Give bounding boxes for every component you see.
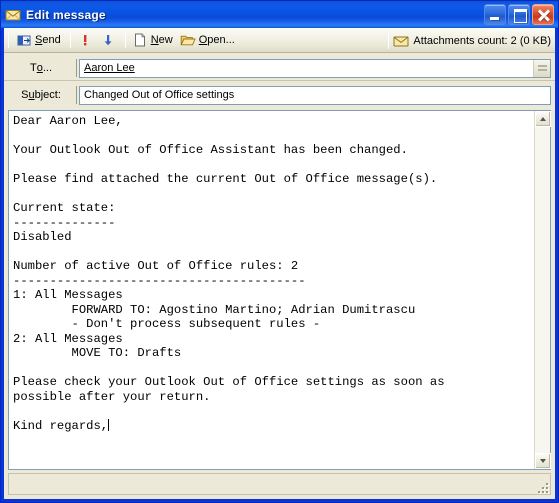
send-label: Send <box>35 34 61 46</box>
client-area: Send New Open... Attachments count: 2 (0… <box>1 28 558 502</box>
high-importance-button[interactable] <box>75 30 98 51</box>
new-label: New <box>150 34 173 46</box>
status-bar <box>8 473 551 495</box>
low-importance-button[interactable] <box>98 30 121 51</box>
open-label: Open... <box>198 34 235 46</box>
caption-buttons <box>484 4 554 25</box>
to-expand-button[interactable] <box>533 59 550 77</box>
send-button[interactable]: Send <box>14 30 66 51</box>
edit-message-window: Edit message Send New Open... Attachment… <box>0 0 559 503</box>
toolbar-separator-2 <box>124 32 126 48</box>
scroll-up-button[interactable] <box>535 111 551 127</box>
toolbar-separator <box>69 32 71 48</box>
message-body-input[interactable]: Dear Aaron Lee, Your Outlook Out of Offi… <box>9 111 534 469</box>
maximize-button[interactable] <box>508 4 530 25</box>
header-divider <box>76 59 77 77</box>
scroll-down-button[interactable] <box>535 453 551 469</box>
open-folder-icon <box>180 32 196 48</box>
down-arrow-icon <box>100 32 116 48</box>
message-body-text: Dear Aaron Lee, Your Outlook Out of Offi… <box>13 114 445 433</box>
send-icon <box>16 32 32 48</box>
to-button[interactable]: To... <box>8 57 74 79</box>
message-headers: To... Aaron Lee Su bject: Changed Out of … <box>4 53 555 110</box>
header-divider-2 <box>76 86 77 104</box>
new-button[interactable]: New <box>130 30 178 51</box>
body-vertical-scrollbar[interactable] <box>534 111 551 469</box>
envelope-icon <box>393 33 409 49</box>
to-field-wrap[interactable]: Aaron Lee <box>79 58 551 78</box>
to-input[interactable]: Aaron Lee <box>80 60 533 77</box>
to-row: To... Aaron Lee <box>4 56 555 80</box>
resize-grip[interactable] <box>536 481 548 493</box>
title-bar[interactable]: Edit message <box>1 1 558 28</box>
exclamation-icon <box>77 32 93 48</box>
toolbar-grip[interactable] <box>8 32 11 48</box>
text-caret <box>108 418 110 431</box>
attachments-info: Attachments count: 2 (0 KB) <box>384 28 551 53</box>
new-document-icon <box>132 32 148 48</box>
minimize-button[interactable] <box>484 4 506 25</box>
close-button[interactable] <box>532 4 554 25</box>
scrollbar-track[interactable] <box>535 127 550 453</box>
subject-row: Su bject: Changed Out of Office settings <box>4 83 555 107</box>
open-button[interactable]: Open... <box>178 30 240 51</box>
headers-separator <box>4 80 555 81</box>
toolbar-separator-3 <box>388 32 390 49</box>
to-recipient: Aaron Lee <box>84 62 135 74</box>
subject-label: Su bject: <box>8 84 74 106</box>
subject-input[interactable]: Changed Out of Office settings <box>80 87 550 104</box>
message-body-area: Dear Aaron Lee, Your Outlook Out of Offi… <box>8 110 551 470</box>
subject-field-wrap[interactable]: Changed Out of Office settings <box>79 85 551 105</box>
attachments-count-label: Attachments count: 2 (0 KB) <box>413 34 551 47</box>
toolbar: Send New Open... Attachments count: 2 (0… <box>4 28 555 53</box>
envelope-icon <box>5 7 21 23</box>
window-title: Edit message <box>26 7 106 22</box>
